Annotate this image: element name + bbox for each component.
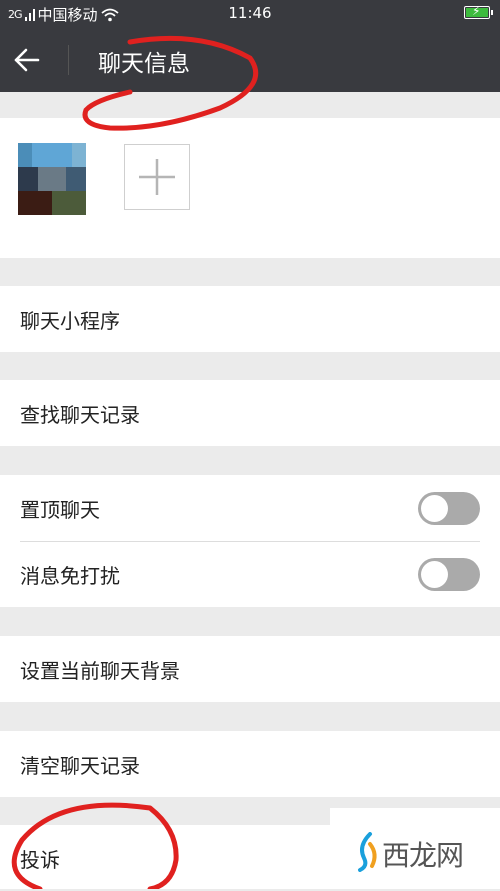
battery-icon: ⚡ [464, 4, 493, 19]
menu-item-label: 消息免打扰 [20, 563, 120, 588]
menu-item-label: 查找聊天记录 [20, 402, 140, 427]
toggle-knob [421, 495, 448, 522]
status-bar: 2G 中国移动 11:46 ⚡ [0, 0, 500, 27]
menu-item-label: 设置当前聊天背景 [20, 658, 180, 683]
toggle-knob [421, 561, 448, 588]
plus-icon [139, 159, 175, 195]
pin-chat-toggle[interactable] [418, 492, 480, 525]
menu-item-pin-chat: 置顶聊天 [0, 475, 500, 541]
menu-item-label: 清空聊天记录 [20, 753, 140, 778]
clear-section: 清空聊天记录 [0, 731, 500, 797]
menu-item-set-background[interactable]: 设置当前聊天背景 [0, 636, 500, 702]
status-time: 11:46 [228, 4, 272, 22]
member-avatar[interactable] [18, 143, 86, 215]
add-member-button[interactable] [124, 144, 190, 210]
menu-item-label: 聊天小程序 [20, 308, 120, 333]
menu-item-mute: 消息免打扰 [0, 541, 500, 607]
watermark: 西龙网 [330, 808, 500, 889]
menu-item-label: 置顶聊天 [20, 497, 100, 522]
menu-item-mini-programs[interactable]: 聊天小程序 [0, 286, 500, 352]
background-section: 设置当前聊天背景 [0, 636, 500, 702]
watermark-logo-icon [358, 832, 377, 872]
watermark-text: 西龙网 [382, 839, 464, 872]
mini-programs-section: 聊天小程序 [0, 286, 500, 352]
search-section: 查找聊天记录 [0, 380, 500, 446]
page-title: 聊天信息 [98, 51, 190, 77]
arrow-left-icon [14, 48, 40, 72]
title-divider [68, 45, 69, 75]
menu-item-clear-history[interactable]: 清空聊天记录 [0, 731, 500, 797]
members-section [0, 118, 500, 258]
back-button[interactable] [14, 42, 54, 78]
toggles-section: 置顶聊天 消息免打扰 [0, 475, 500, 607]
menu-item-label: 投诉 [20, 847, 60, 872]
menu-item-search-history[interactable]: 查找聊天记录 [0, 380, 500, 446]
mute-toggle[interactable] [418, 558, 480, 591]
title-bar: 聊天信息 [0, 27, 500, 92]
